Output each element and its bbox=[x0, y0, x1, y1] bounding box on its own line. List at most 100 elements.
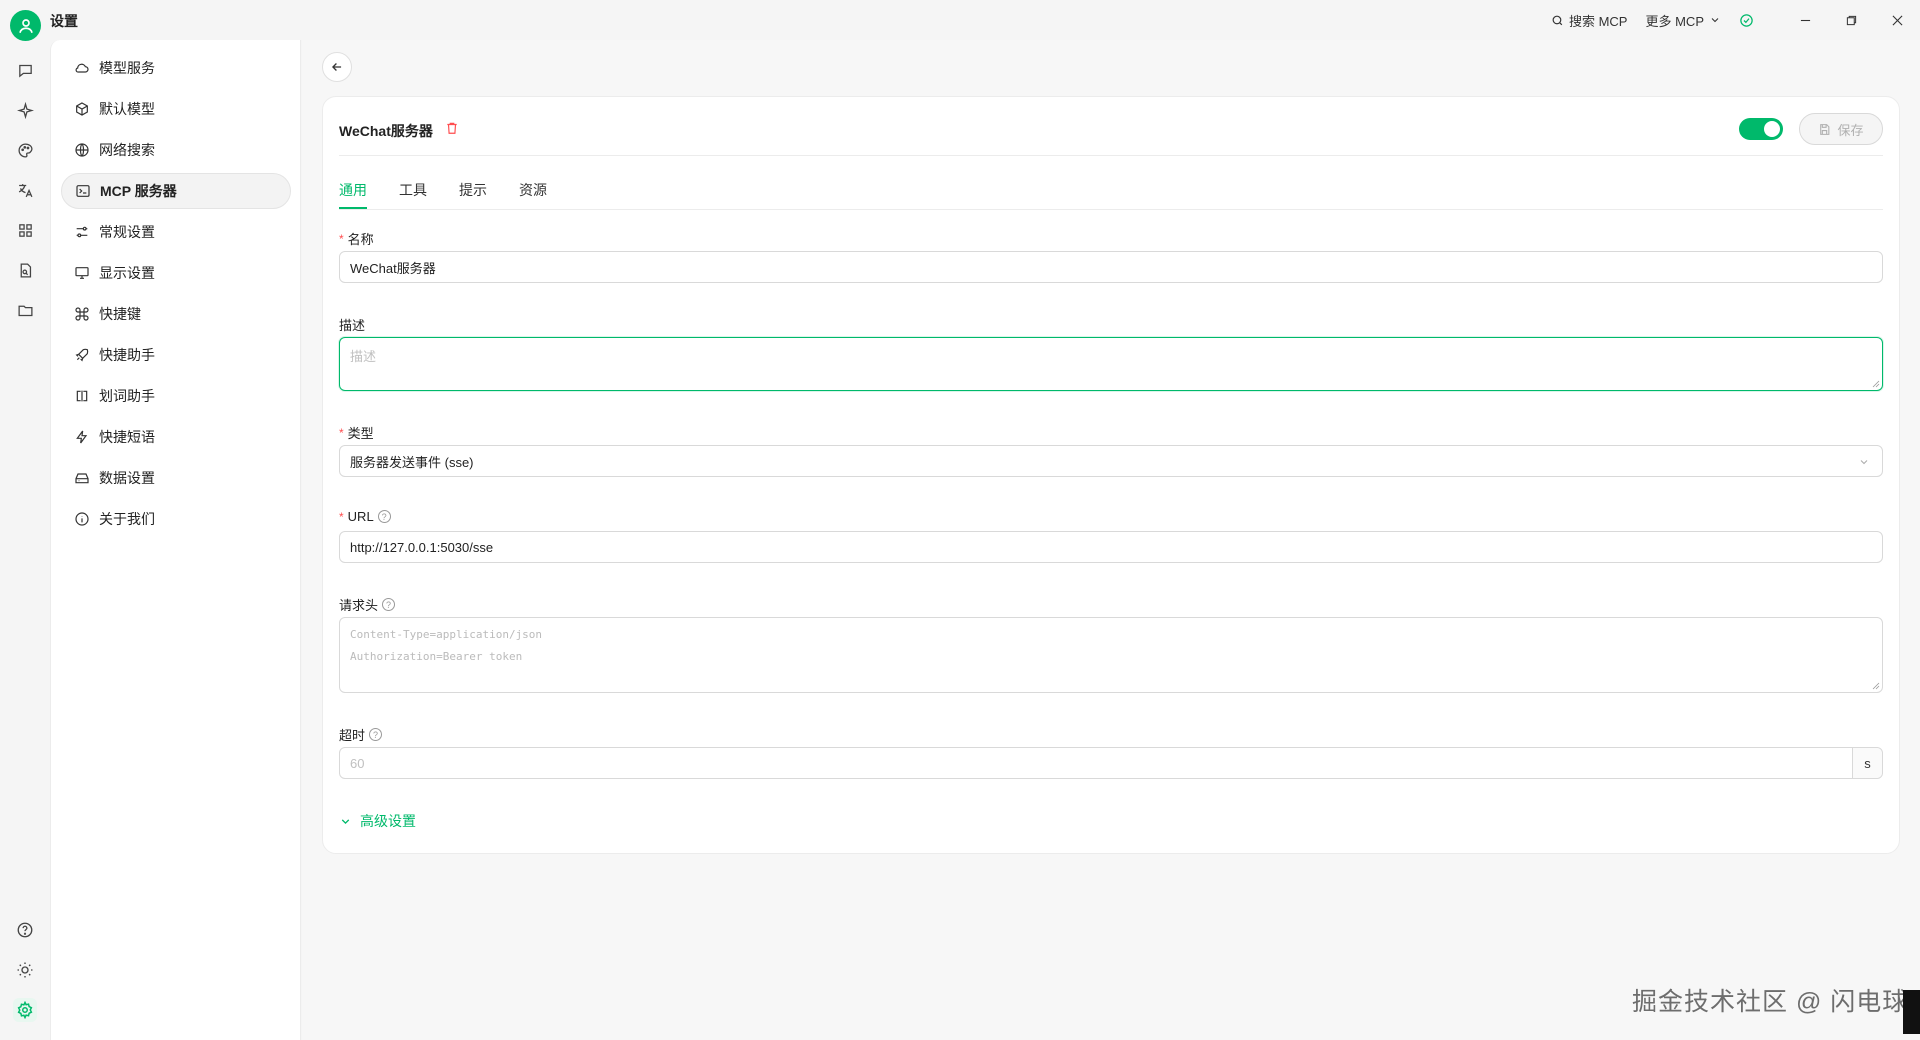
close-icon bbox=[1892, 15, 1902, 25]
nav-item-model-service[interactable]: 模型服务 bbox=[61, 50, 291, 86]
file-search-icon[interactable] bbox=[13, 258, 37, 282]
nav-item-label: 模型服务 bbox=[99, 60, 155, 76]
back-button[interactable] bbox=[322, 52, 352, 82]
status-check-icon[interactable] bbox=[1739, 13, 1754, 28]
description-textarea[interactable]: 描述 bbox=[339, 337, 1883, 391]
nav-item-data-settings[interactable]: 数据设置 bbox=[61, 460, 291, 496]
help-icon[interactable]: ? bbox=[377, 510, 391, 523]
save-icon bbox=[1820, 123, 1830, 135]
nav-item-label: 显示设置 bbox=[99, 265, 155, 281]
required-mark: * bbox=[339, 509, 344, 524]
nav-item-general-settings[interactable]: 常规设置 bbox=[61, 214, 291, 250]
restore-button[interactable] bbox=[1828, 0, 1874, 40]
chat-icon[interactable] bbox=[13, 58, 37, 82]
app-title: 设置 bbox=[50, 13, 78, 29]
url-input[interactable]: http://127.0.0.1:5030/sse bbox=[339, 531, 1883, 563]
search-mcp-button[interactable]: 搜索 MCP bbox=[1551, 11, 1628, 30]
settings-nav: 模型服务 默认模型 网络搜索 MCP 服务器 常规设置 显示设置 快捷键 快捷助… bbox=[50, 40, 301, 1040]
tab-general[interactable]: 通用 bbox=[339, 179, 367, 209]
close-button[interactable] bbox=[1874, 0, 1920, 40]
more-mcp-label: 更多 MCP bbox=[1645, 13, 1704, 29]
sliders-icon bbox=[73, 223, 91, 241]
nav-item-default-model[interactable]: 默认模型 bbox=[61, 91, 291, 127]
divider bbox=[339, 155, 1883, 156]
settings-gear-icon[interactable] bbox=[13, 998, 37, 1022]
headers-textarea[interactable]: Content-Type=application/json Authorizat… bbox=[339, 617, 1883, 693]
nav-item-selection-assistant[interactable]: 划词助手 bbox=[61, 378, 291, 414]
theme-sun-icon[interactable] bbox=[13, 958, 37, 982]
chevron-down-icon bbox=[1711, 18, 1719, 23]
nav-item-display-settings[interactable]: 显示设置 bbox=[61, 255, 291, 291]
rocket-icon bbox=[73, 346, 91, 364]
resize-handle-icon[interactable] bbox=[1872, 380, 1880, 388]
user-avatar[interactable] bbox=[10, 10, 41, 41]
save-label: 保存 bbox=[1837, 122, 1864, 138]
folder-icon[interactable] bbox=[13, 298, 37, 322]
type-select[interactable]: 服务器发送事件 (sse) bbox=[339, 445, 1883, 477]
timeout-label-row: 超时 ? bbox=[339, 725, 383, 744]
restore-icon bbox=[1846, 15, 1856, 25]
headers-label-row: 请求头 ? bbox=[339, 595, 396, 614]
timeout-label: 超时 bbox=[339, 728, 366, 743]
type-label: 类型 bbox=[347, 426, 374, 441]
type-value: 服务器发送事件 (sse) bbox=[350, 454, 474, 470]
name-label: 名称 bbox=[347, 232, 374, 247]
hard-drive-icon bbox=[73, 469, 91, 487]
description-label: 描述 bbox=[339, 318, 366, 333]
palette-icon[interactable] bbox=[13, 138, 37, 162]
server-enabled-toggle[interactable] bbox=[1739, 118, 1783, 140]
help-icon[interactable] bbox=[13, 918, 37, 942]
timeout-input[interactable]: 60 s bbox=[339, 747, 1883, 779]
tab-resources[interactable]: 资源 bbox=[519, 179, 547, 209]
advanced-settings-label: 高级设置 bbox=[360, 813, 416, 829]
minimize-button[interactable] bbox=[1782, 0, 1828, 40]
monitor-icon bbox=[73, 264, 91, 282]
main-content: WeChat服务器 保存 通用 工具 提示 资源 * 名称 WeChat服务器 … bbox=[302, 40, 1920, 1040]
tab-prompts[interactable]: 提示 bbox=[459, 179, 487, 209]
trash-icon bbox=[447, 122, 457, 134]
chevron-down-icon bbox=[1860, 460, 1868, 465]
icon-sidebar bbox=[0, 40, 50, 1040]
name-value: WeChat服务器 bbox=[350, 260, 436, 276]
sparkle-icon[interactable] bbox=[13, 98, 37, 122]
zap-icon bbox=[73, 428, 91, 446]
cloud-icon bbox=[73, 59, 91, 77]
tabs-divider bbox=[339, 209, 1883, 210]
advanced-settings-toggle[interactable]: 高级设置 bbox=[339, 811, 416, 831]
more-mcp-dropdown[interactable]: 更多 MCP bbox=[1645, 11, 1721, 30]
server-card: WeChat服务器 保存 通用 工具 提示 资源 * 名称 WeChat服务器 … bbox=[322, 96, 1900, 854]
resize-handle-icon[interactable] bbox=[1872, 682, 1880, 690]
tab-tools[interactable]: 工具 bbox=[399, 179, 427, 209]
delete-button[interactable] bbox=[445, 121, 459, 138]
translate-icon[interactable] bbox=[13, 178, 37, 202]
nav-item-quick-phrases[interactable]: 快捷短语 bbox=[61, 419, 291, 455]
corner-widget bbox=[1903, 990, 1920, 1034]
nav-item-mcp-server[interactable]: MCP 服务器 bbox=[61, 173, 291, 209]
search-mcp-label: 搜索 MCP bbox=[1568, 13, 1628, 29]
nav-item-label: 快捷键 bbox=[99, 306, 141, 322]
name-label-row: * 名称 bbox=[339, 229, 374, 248]
apps-grid-icon[interactable] bbox=[13, 218, 37, 242]
terminal-icon bbox=[74, 182, 92, 200]
nav-item-about[interactable]: 关于我们 bbox=[61, 501, 291, 537]
help-icon[interactable]: ? bbox=[369, 728, 383, 741]
command-icon bbox=[73, 305, 91, 323]
save-button[interactable]: 保存 bbox=[1799, 113, 1883, 145]
nav-item-label: 网络搜索 bbox=[99, 142, 155, 158]
arrow-left-icon bbox=[332, 63, 342, 71]
timeout-placeholder: 60 bbox=[350, 755, 365, 771]
search-icon bbox=[1552, 15, 1563, 25]
nav-item-label: 常规设置 bbox=[99, 224, 155, 240]
url-value: http://127.0.0.1:5030/sse bbox=[350, 539, 494, 555]
help-icon[interactable]: ? bbox=[382, 598, 396, 611]
text-select-icon bbox=[73, 387, 91, 405]
nav-item-quick-assistant[interactable]: 快捷助手 bbox=[61, 337, 291, 373]
nav-item-label: MCP 服务器 bbox=[100, 183, 177, 199]
nav-item-shortcuts[interactable]: 快捷键 bbox=[61, 296, 291, 332]
name-input[interactable]: WeChat服务器 bbox=[339, 251, 1883, 283]
watermark: 掘金技术社区 @ 闪电球 bbox=[1632, 988, 1909, 1016]
server-tabs: 通用 工具 提示 资源 bbox=[339, 179, 547, 209]
nav-item-label: 快捷短语 bbox=[99, 429, 155, 445]
nav-item-web-search[interactable]: 网络搜索 bbox=[61, 132, 291, 168]
description-placeholder: 描述 bbox=[350, 349, 377, 364]
